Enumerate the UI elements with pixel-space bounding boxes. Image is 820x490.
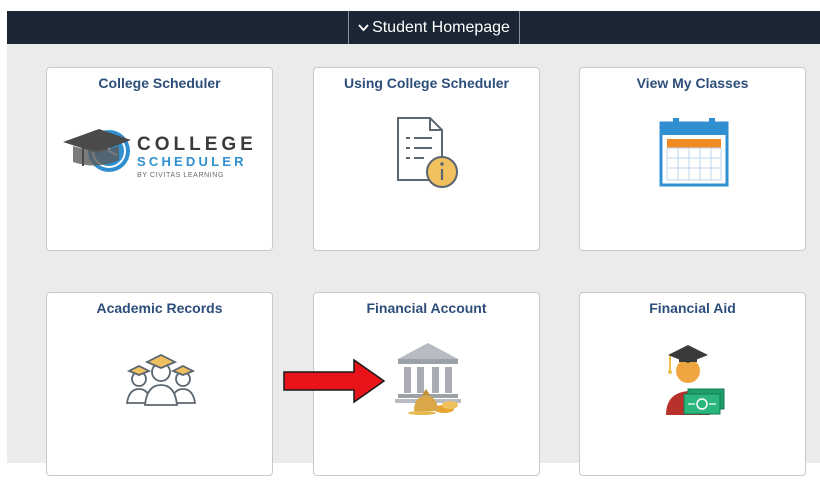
tile-academic-records[interactable]: Academic Records	[46, 292, 273, 476]
graduate-money-icon	[666, 345, 725, 415]
bank-money-icon	[395, 343, 461, 415]
tile-title: Financial Aid	[649, 300, 736, 316]
tile-using-college-scheduler[interactable]: Using College Scheduler	[313, 67, 540, 251]
tile-view-my-classes[interactable]: View My Classes	[579, 67, 806, 251]
logo-college-text: COLLEGE	[137, 134, 257, 155]
tile-title: Financial Account	[366, 300, 487, 316]
graduates-icon	[125, 353, 197, 406]
tile-financial-aid[interactable]: Financial Aid	[579, 292, 806, 476]
logo-civitas-text: BY CIVITAS LEARNING	[137, 172, 224, 179]
tile-title: Academic Records	[96, 300, 223, 316]
tile-title: Using College Scheduler	[344, 75, 509, 91]
logo-scheduler-text: SCHEDULER	[137, 154, 247, 169]
homepage-selector[interactable]: Student Homepage	[348, 11, 520, 44]
tile-title: View My Classes	[636, 75, 749, 91]
top-banner: Student Homepage	[7, 11, 820, 44]
calendar-icon	[659, 118, 729, 187]
homepage-title: Student Homepage	[372, 19, 510, 36]
document-info-icon	[397, 117, 458, 188]
chevron-down-icon	[358, 11, 369, 44]
college-scheduler-logo: COLLEGE SCHEDULER BY CIVITAS LEARNING	[63, 129, 257, 179]
tile-title: College Scheduler	[98, 75, 221, 91]
red-arrow-icon	[283, 358, 386, 404]
tile-college-scheduler[interactable]: College Scheduler COLLEGE SCHEDULER BY C…	[46, 67, 273, 251]
